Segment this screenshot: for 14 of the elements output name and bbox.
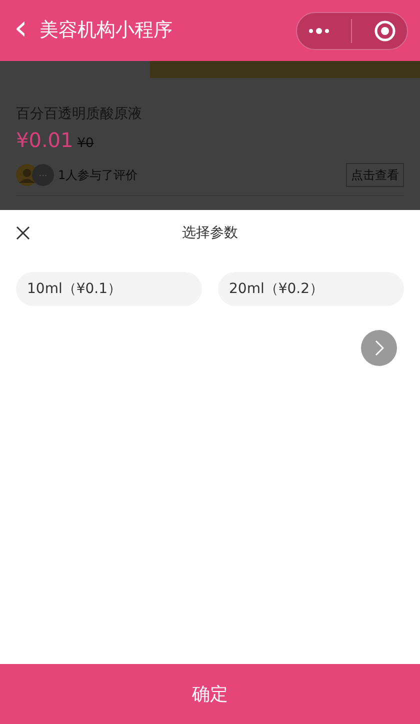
capsule-menu[interactable] — [296, 12, 408, 50]
option-button[interactable]: 20ml（¥0.2） — [218, 272, 404, 306]
more-avatars: ... — [32, 164, 54, 186]
chevron-right-icon — [374, 340, 384, 356]
page-title: 美容机构小程序 — [40, 18, 174, 44]
back-button[interactable]: ‹ — [0, 10, 40, 50]
price: ¥0.01 — [16, 127, 74, 154]
sheet-title: 选择参数 — [182, 224, 238, 242]
option-button[interactable]: 10ml（¥0.1） — [16, 272, 202, 306]
close-target-icon[interactable] — [374, 20, 396, 42]
close-icon[interactable] — [16, 226, 30, 240]
next-button[interactable] — [361, 330, 397, 366]
confirm-button[interactable]: 确定 — [0, 664, 420, 724]
more-icon[interactable] — [308, 26, 330, 34]
